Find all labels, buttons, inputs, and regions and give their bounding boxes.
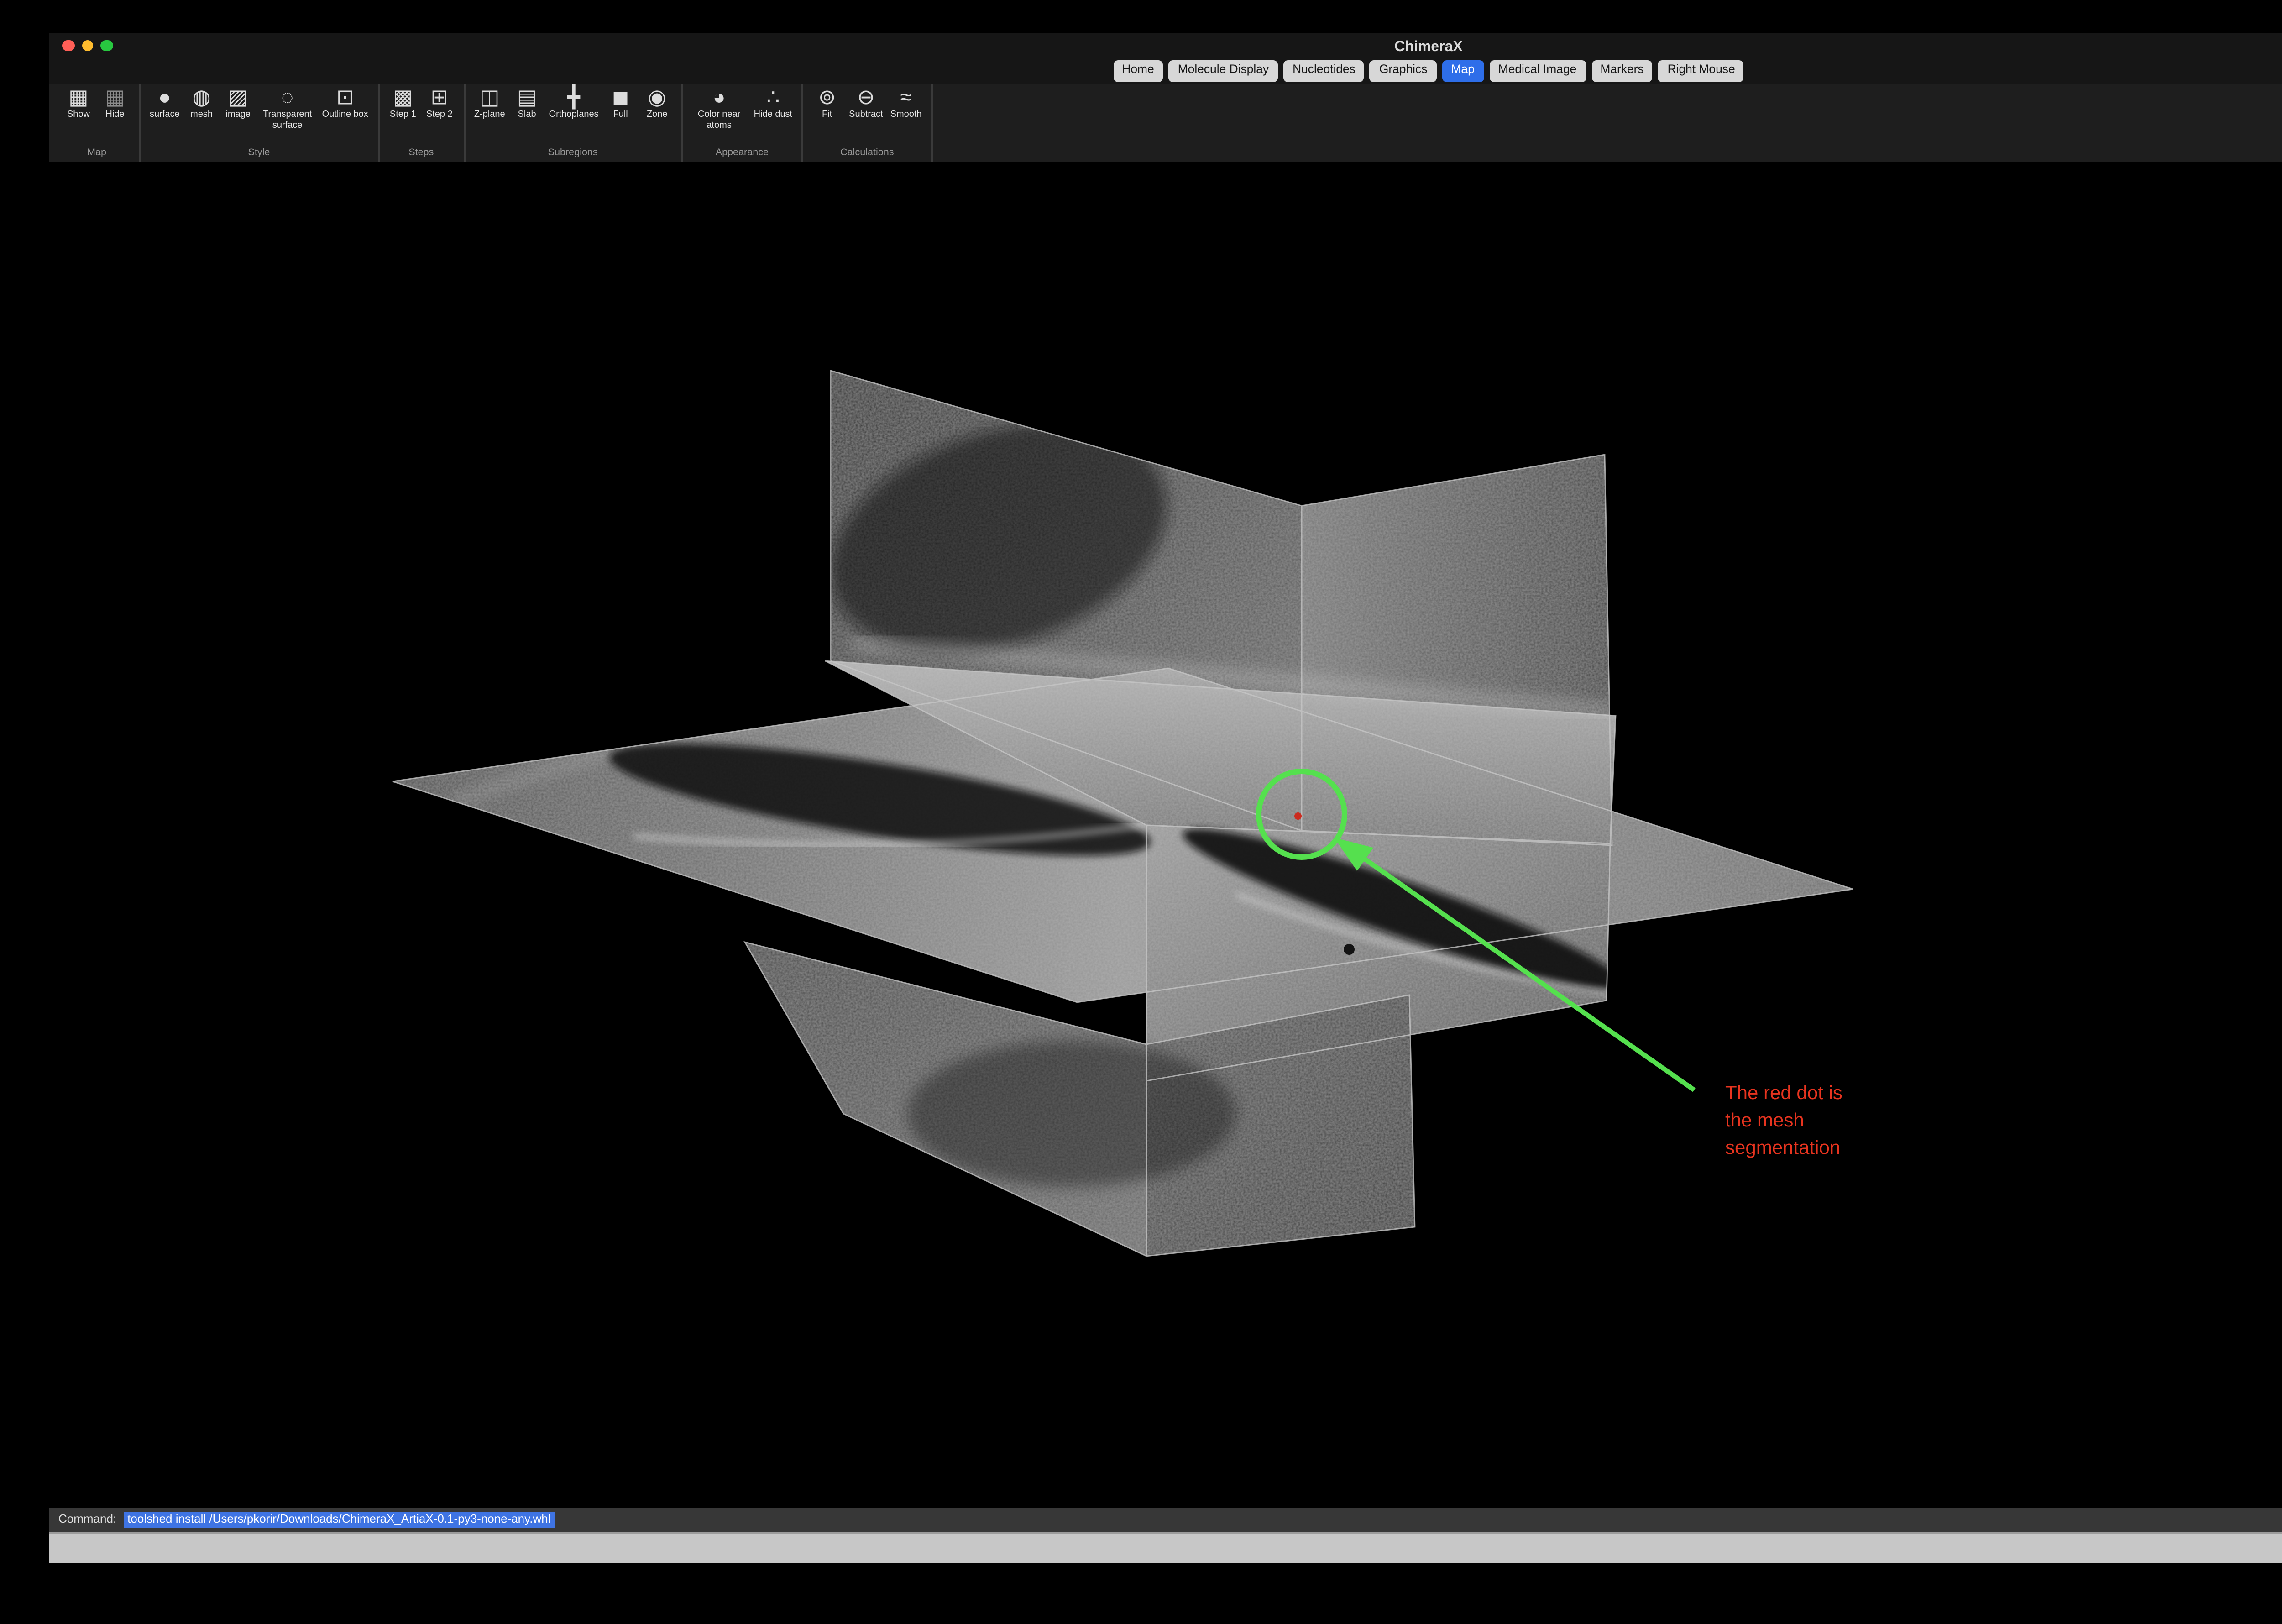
image-style-icon: ▨	[228, 88, 248, 111]
orthoplanes-icon: ╋	[567, 88, 580, 111]
screen: ChimeraX Home Molecule Display Nucleotid…	[0, 0, 2282, 1624]
tab-graphics[interactable]: Graphics	[1370, 61, 1437, 82]
toolbar-section-style: ● surface ◍ mesh ▨ image ◌ Transparent s…	[141, 84, 379, 162]
toolbar-button-step-2[interactable]: ⊞ Step 2	[425, 88, 454, 122]
ribbon-tab-bar: Home Molecule Display Nucleotides Graphi…	[49, 58, 2282, 84]
toolbar-button-zone[interactable]: ◉ Zone	[643, 88, 672, 122]
toolbar-button-image[interactable]: ▨ image	[224, 88, 253, 122]
tab-molecule-display[interactable]: Molecule Display	[1169, 61, 1278, 82]
annotation-line: the mesh	[1725, 1108, 1842, 1136]
fit-icon: ⊚	[818, 88, 836, 111]
slab-icon: ▤	[517, 88, 537, 111]
subtract-icon: ⊖	[857, 88, 875, 111]
toolbar-section-label: Appearance	[692, 144, 793, 161]
toolbar-section-calculations: ⊚ Fit ⊖ Subtract ≈ Smooth Calculations	[803, 84, 932, 162]
full-region-icon: ◼	[612, 88, 629, 111]
graphics-viewport[interactable]: The red dot is the mesh segmentation	[49, 164, 2282, 1508]
toolbar-button-show-map[interactable]: ▦ Show	[64, 88, 93, 122]
toolbar-button-hide-dust[interactable]: ∴ Hide dust	[754, 88, 793, 122]
toolbar-section-subregions: ◫ Z-plane ▤ Slab ╋ Orthoplanes ◼ Full	[465, 84, 683, 162]
close-window-button[interactable]	[62, 39, 74, 51]
tab-markers[interactable]: Markers	[1591, 61, 1653, 82]
toolbar-button-full[interactable]: ◼ Full	[606, 88, 635, 122]
main-area: The red dot is the mesh segmentation × ▫…	[49, 164, 2282, 1508]
toolbar-button-color-near-atoms[interactable]: ◕ Color near atoms	[692, 88, 747, 132]
transparent-surface-icon: ◌	[281, 88, 293, 111]
z-plane-icon: ◫	[480, 88, 500, 111]
step-2-icon: ⊞	[431, 88, 449, 111]
minimize-window-button[interactable]	[81, 39, 93, 51]
toolbar-section-label: Map	[64, 144, 130, 161]
toolbar-button-transparent-surface[interactable]: ◌ Transparent surface	[260, 88, 315, 132]
annotation-line: The red dot is	[1725, 1081, 1842, 1108]
tab-right-mouse[interactable]: Right Mouse	[1659, 61, 1744, 82]
command-bar[interactable]: Command: toolshed install /Users/pkorir/…	[49, 1508, 2282, 1532]
command-label: Command:	[58, 1514, 116, 1526]
app-window: ChimeraX Home Molecule Display Nucleotid…	[49, 33, 2282, 1563]
toolbar-button-smooth[interactable]: ≈ Smooth	[890, 88, 922, 122]
hide-dust-icon: ∴	[766, 88, 780, 111]
tab-medical-image[interactable]: Medical Image	[1489, 61, 1586, 82]
mesh-icon: ◍	[193, 88, 211, 111]
mesh-segmentation-red-dot	[1294, 812, 1302, 820]
toolbar-section-label: Calculations	[812, 144, 921, 161]
tomogram-orthoplanes-view[interactable]	[49, 164, 2282, 1508]
toolbar-button-hide-map[interactable]: ▦ Hide	[100, 88, 130, 122]
map-toolbar: ▦ Show ▦ Hide Map ● surface	[49, 84, 2282, 164]
color-near-atoms-icon: ◕	[713, 88, 726, 111]
toolbar-section-label: Steps	[388, 144, 454, 161]
zone-icon: ◉	[648, 88, 666, 111]
toolbar-section-appearance: ◕ Color near atoms ∴ Hide dust Appearanc…	[683, 84, 804, 162]
title-bar: ChimeraX	[49, 33, 2282, 58]
toolbar-button-orthoplanes[interactable]: ╋ Orthoplanes	[549, 88, 599, 122]
annotation-line: segmentation	[1725, 1136, 1842, 1163]
toolbar-section-label: Subregions	[474, 144, 672, 161]
toolbar-button-fit[interactable]: ⊚ Fit	[812, 88, 842, 122]
toolbar-button-subtract[interactable]: ⊖ Subtract	[849, 88, 883, 122]
annotation-text: The red dot is the mesh segmentation	[1725, 1081, 1842, 1163]
map-show-icon: ▦	[68, 88, 89, 111]
tab-home[interactable]: Home	[1113, 61, 1163, 82]
surface-icon: ●	[158, 88, 171, 111]
step-1-icon: ▩	[393, 88, 413, 111]
traffic-lights	[62, 39, 112, 51]
zoom-window-button[interactable]	[100, 39, 112, 51]
toolbar-button-outline-box[interactable]: ⊡ Outline box	[322, 88, 368, 122]
tab-nucleotides[interactable]: Nucleotides	[1283, 61, 1365, 82]
toolbar-button-step-1[interactable]: ▩ Step 1	[388, 88, 418, 122]
window-title: ChimeraX	[49, 37, 2282, 54]
outline-box-icon: ⊡	[336, 88, 354, 111]
toolbar-button-z-plane[interactable]: ◫ Z-plane	[474, 88, 505, 122]
toolbar-section-label: Style	[150, 144, 368, 161]
toolbar-section-steps: ▩ Step 1 ⊞ Step 2 Steps	[379, 84, 465, 162]
map-hide-icon: ▦	[105, 88, 125, 111]
status-bar: ⊞ /	[49, 1532, 2282, 1563]
toolbar-button-mesh[interactable]: ◍ mesh	[187, 88, 216, 122]
tab-map[interactable]: Map	[1442, 61, 1483, 82]
toolbar-button-slab[interactable]: ▤ Slab	[513, 88, 542, 122]
smooth-icon: ≈	[900, 88, 911, 111]
toolbar-button-surface[interactable]: ● surface	[150, 88, 180, 122]
toolbar-section-map: ▦ Show ▦ Hide Map	[55, 84, 141, 162]
command-input-selected-text[interactable]: toolshed install /Users/pkorir/Downloads…	[124, 1513, 554, 1528]
